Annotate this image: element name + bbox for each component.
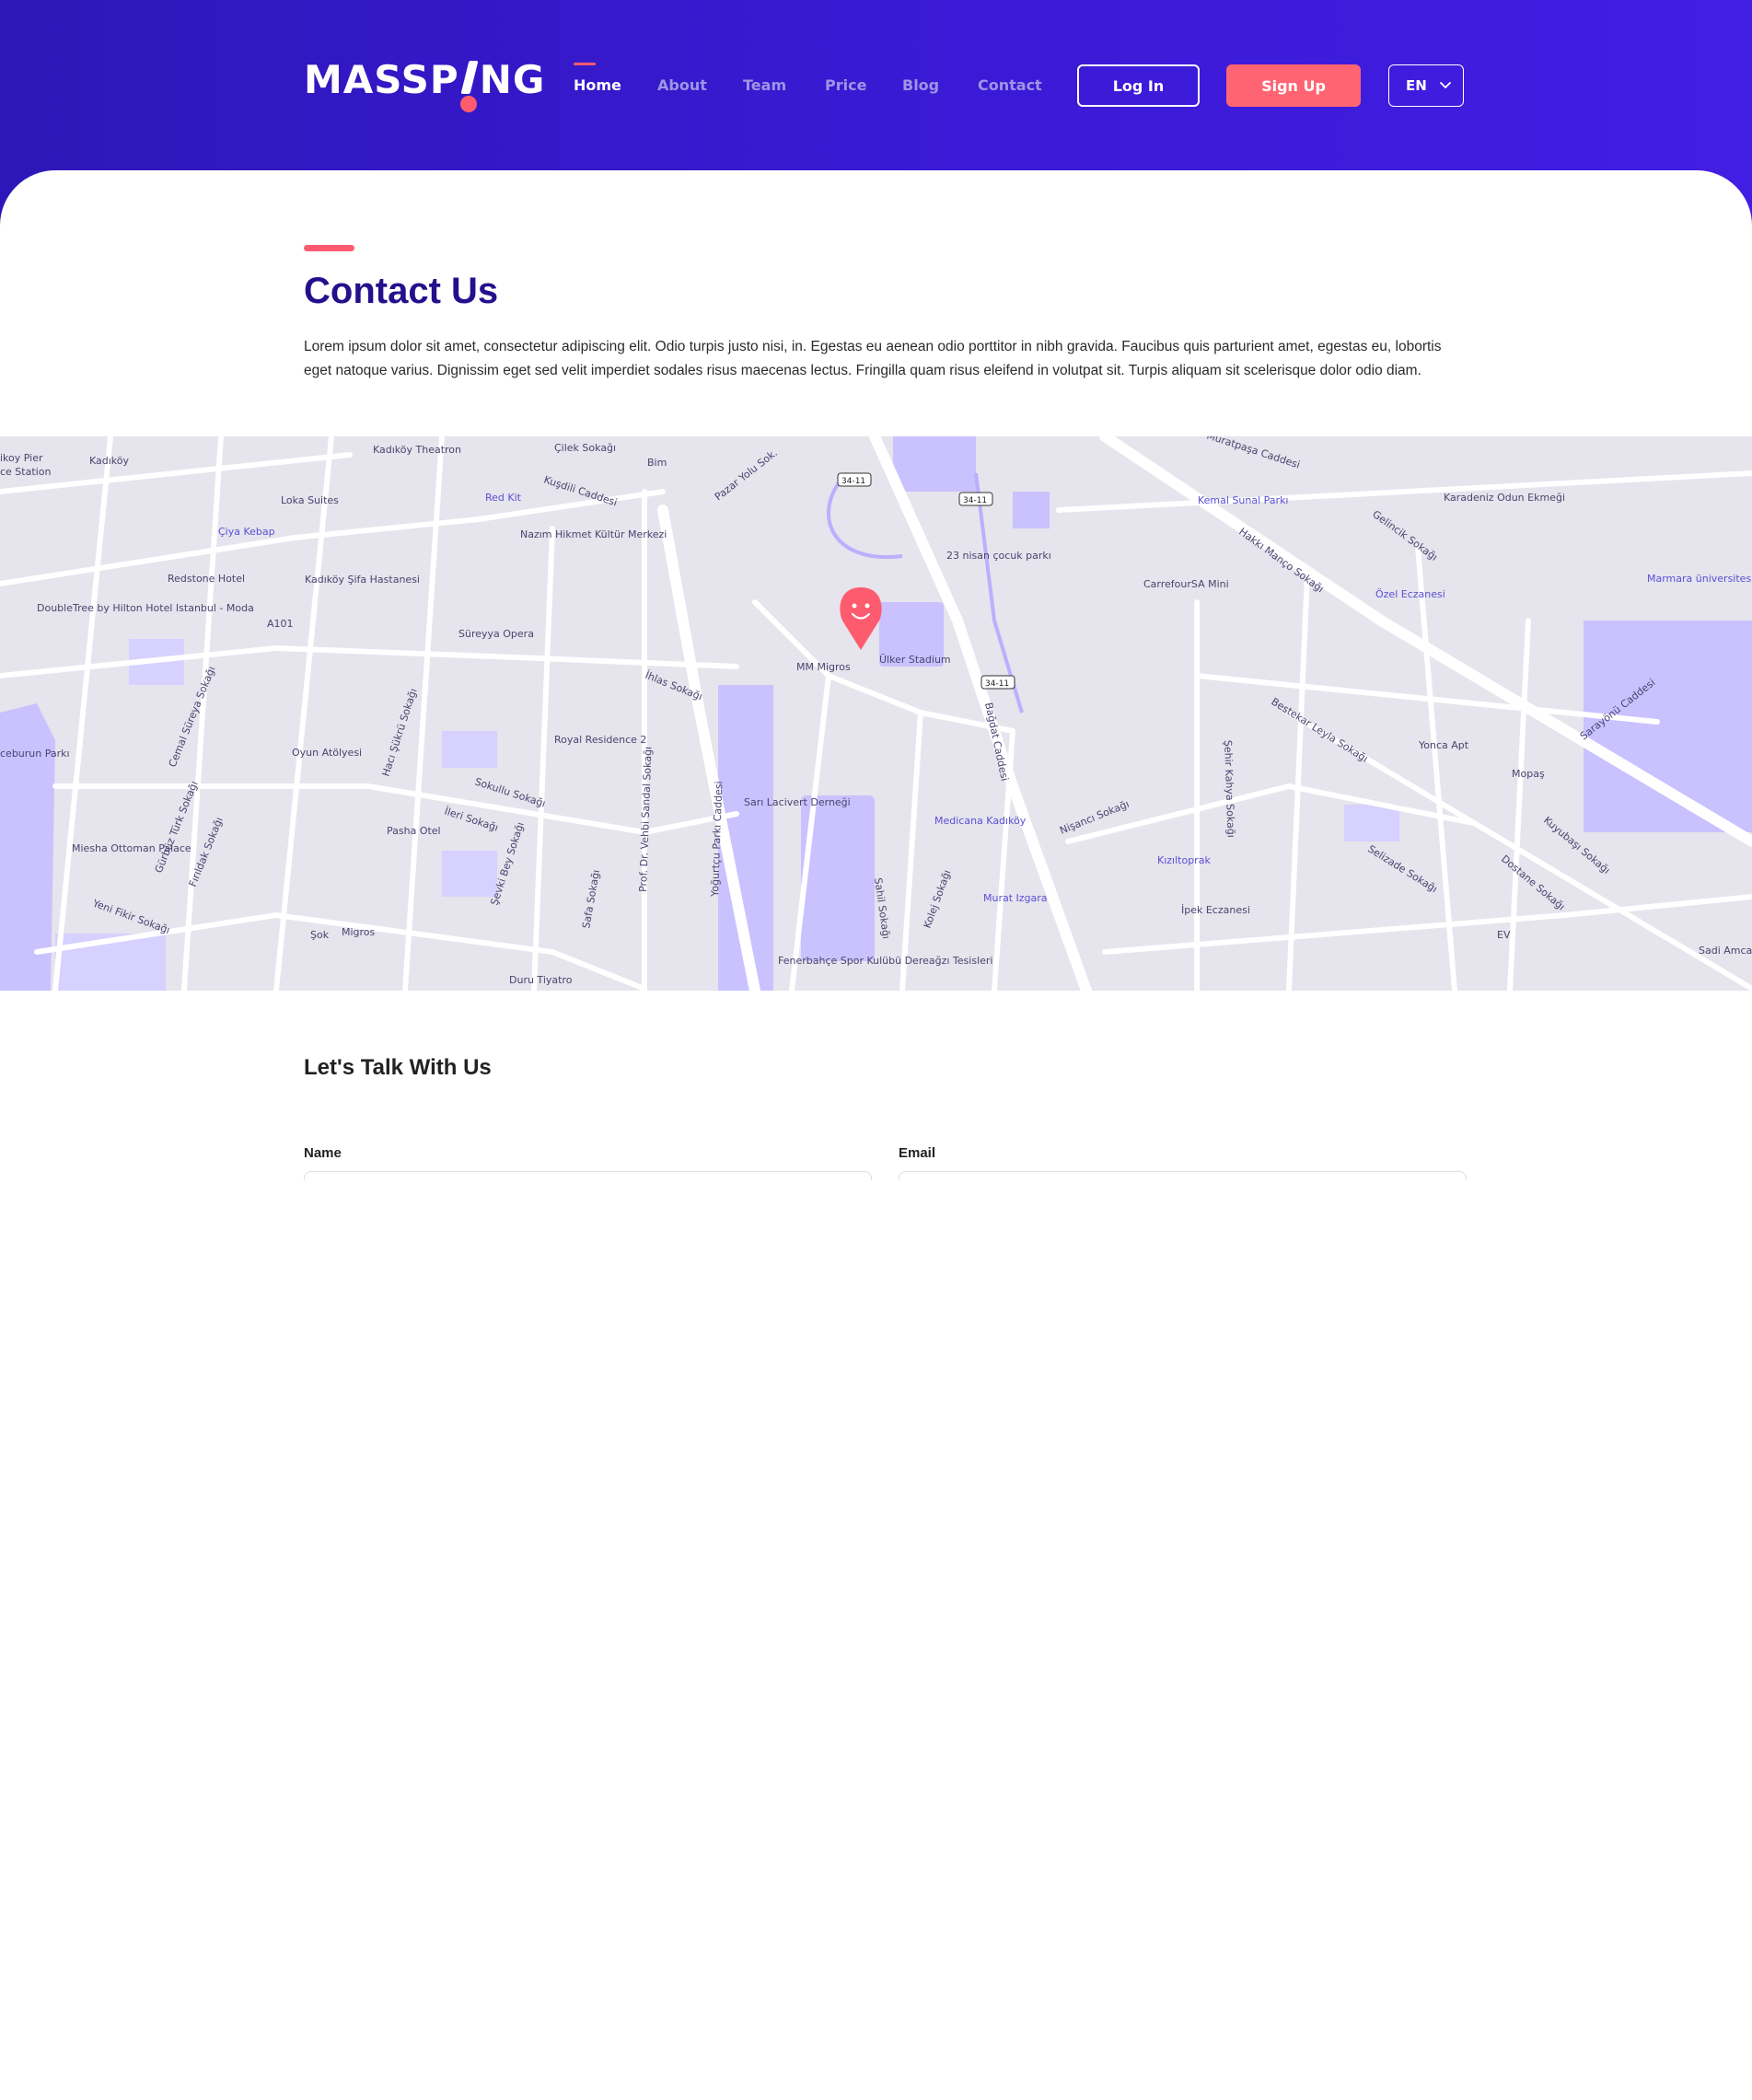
map-label-kadikoy-sifa: Kadıköy Şifa Hastanesi	[305, 574, 420, 586]
name-label: Name	[304, 1145, 342, 1161]
map-label-iceburun: ceburun Parkı	[0, 748, 70, 760]
map-label-oyun-atolyesi: Oyun Atölyesi	[292, 747, 362, 759]
map-label-duru-tiyatro: Duru Tiyatro	[509, 974, 573, 986]
map-label-pier: ikoy Pier	[0, 452, 43, 464]
map-label-mm-migros: MM Migros	[796, 661, 851, 673]
map-label-karadeniz-ekmek: Karadeniz Odun Ekmeği	[1444, 492, 1565, 504]
map-park-top	[893, 436, 976, 492]
map-label-ferry-station: ce Station	[0, 466, 51, 478]
map-label-kadikoy: Kadıköy	[89, 455, 130, 467]
map-label-royal-residence: Royal Residence 2	[554, 734, 646, 746]
map-park-small	[1013, 492, 1050, 528]
map-label-ciya-kebap: Çiya Kebap	[218, 526, 275, 538]
map-label-medicana: Medicana Kadıköy	[934, 815, 1027, 827]
map-label-sadi-amca: Sadi Amca	[1699, 945, 1752, 957]
map-label-a101: A101	[267, 618, 294, 630]
nav-team[interactable]: Team	[743, 76, 786, 94]
map-label-carrefour: CarrefourSA Mini	[1143, 578, 1229, 590]
nav-home[interactable]: Home	[574, 76, 621, 94]
map-label-ozel-eczanesi: Özel Eczanesi	[1375, 588, 1445, 600]
map-label-loka-suites: Loka Suites	[281, 494, 339, 506]
signup-button[interactable]: Sign Up	[1226, 64, 1361, 107]
map-label-kadikoy-theatron: Kadıköy Theatron	[373, 444, 461, 456]
logo-text-right: NG	[479, 57, 546, 102]
form-title: Let's Talk With Us	[304, 1055, 492, 1080]
map-road-shield: 34-11	[958, 492, 993, 506]
login-button[interactable]: Log In	[1077, 64, 1200, 107]
map-label-mopas: Mopaş	[1512, 768, 1545, 780]
map-label-cilek-sokagi: Çilek Sokağı	[554, 442, 616, 454]
map-label-nazim-hikmet: Nazım Hikmet Kültür Merkezi	[520, 528, 667, 540]
map-label-fenerbahce-tesis: Fenerbahçe Spor Kulübü Dereağzı Tesisler…	[778, 955, 992, 967]
nav-contact[interactable]: Contact	[978, 76, 1042, 94]
svg-text:34-11: 34-11	[963, 496, 987, 505]
map-label-pasha-otel: Pasha Otel	[387, 825, 441, 837]
map-label-yonca-apt: Yonca Apt	[1418, 739, 1469, 751]
map-label-migros: Migros	[342, 926, 376, 938]
page-blank-area	[0, 1180, 1752, 2100]
logo-exclamation-icon	[459, 57, 480, 112]
email-label: Email	[899, 1145, 936, 1161]
map-label-sari-lacivert: Sarı Lacivert Derneği	[744, 796, 851, 808]
nav-blog[interactable]: Blog	[902, 76, 939, 94]
page-title: Contact Us	[304, 271, 499, 311]
map-label-sok: Şok	[310, 929, 330, 941]
title-accent-bar	[304, 245, 354, 251]
map-label-bim-top: Bim	[647, 457, 667, 469]
svg-text:34-11: 34-11	[985, 679, 1009, 689]
svg-text:34-11: 34-11	[841, 477, 865, 486]
map-label-doubletree: DoubleTree by Hilton Hotel Istanbul - Mo…	[37, 602, 254, 614]
map-label-murat-izgara: Murat Izgara	[983, 892, 1048, 904]
map-label-ev: EV	[1497, 929, 1511, 941]
language-selector[interactable]: EN	[1388, 64, 1464, 107]
map-canvas[interactable]: Ülker Stadium MM Migros Bağdat Caddesi K…	[0, 436, 1752, 991]
map-marmara-campus	[1584, 621, 1752, 832]
nav-about[interactable]: About	[657, 76, 707, 94]
location-map[interactable]: Ülker Stadium MM Migros Bağdat Caddesi K…	[0, 436, 1752, 991]
map-label-ipek-eczanesi: İpek Eczanesi	[1181, 904, 1250, 916]
logo[interactable]: MASSP NG	[304, 57, 545, 112]
map-label-sureyya-opera: Süreyya Opera	[458, 628, 534, 640]
map-label-kiziltoprak: Kızıltoprak	[1157, 854, 1211, 866]
language-label: EN	[1406, 77, 1427, 94]
active-nav-indicator	[574, 63, 596, 65]
map-road-shield: 34-11	[837, 472, 872, 487]
map-label-marmara-uni: Marmara üniversitesi	[1647, 573, 1752, 585]
map-label-red-kit: Red Kit	[485, 492, 522, 504]
map-water	[0, 703, 55, 991]
logo-text-left: MASSP	[304, 57, 459, 102]
intro-paragraph: Lorem ipsum dolor sit amet, consectetur …	[304, 339, 1442, 378]
map-label-redstone-hotel: Redstone Hotel	[168, 573, 245, 585]
map-label-cocuk-parki: 23 nisan çocuk parkı	[946, 550, 1051, 562]
map-road-shield: 34-11	[980, 675, 1015, 690]
map-label-ulker-stadium: Ülker Stadium	[879, 654, 951, 666]
chevron-down-icon	[1439, 82, 1451, 88]
map-label-kemal-sunal: Kemal Sunal Parkı	[1198, 494, 1289, 506]
nav-price[interactable]: Price	[825, 76, 866, 94]
